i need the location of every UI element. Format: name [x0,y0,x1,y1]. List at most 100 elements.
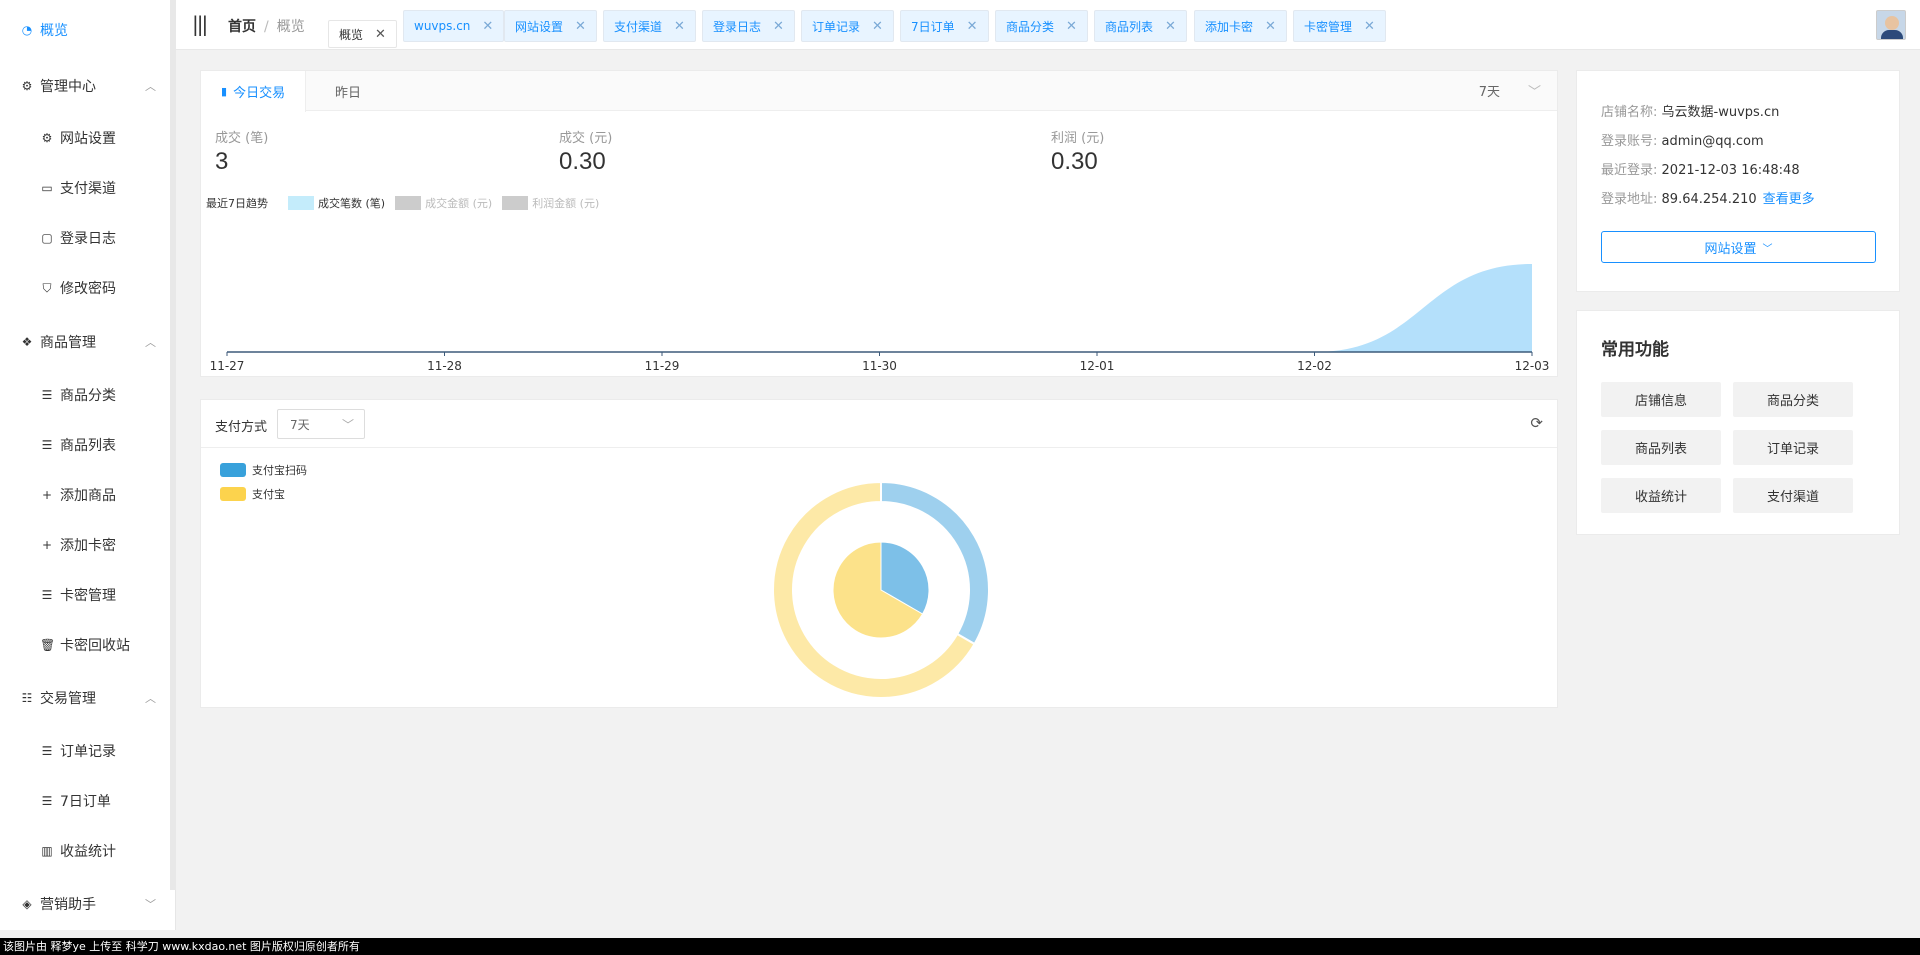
sidebar-item-label: 卡密管理 [60,588,116,604]
sidebar-item-login-log[interactable]: ▢ 登录日志 [40,228,116,248]
sidebar-item-overview[interactable]: ◔ 概览 [20,20,68,40]
sidebar-item-product-category[interactable]: ☰ 商品分类 [40,385,116,405]
close-icon[interactable]: ✕ [375,27,386,42]
chevron-down-icon: ﹀ [145,898,156,911]
menu-toggle-icon[interactable]: ||| [192,14,208,34]
tab-wuvps[interactable]: wuvps.cn ✕ [403,10,505,42]
sidebar-item-label: 网站设置 [60,131,116,147]
shop-name: 乌云数据-wuvps.cn [1661,105,1780,120]
last-login-time: 2021-12-03 16:48:48 [1661,163,1800,178]
tab-add-card[interactable]: 添加卡密 ✕ [1194,10,1287,42]
payment-card-header: 支付方式 7天 ﹀ ⟳ [201,400,1557,448]
shop-info-button[interactable]: 店铺信息 [1601,382,1721,417]
sidebar-item-revenue-stats[interactable]: ▥ 收益统计 [40,841,116,861]
shield-icon: ⛉ [42,281,52,295]
tab-overview[interactable]: 概览 ✕ [328,20,397,48]
legend-swatch[interactable] [502,196,529,210]
refresh-icon[interactable]: ⟳ [1530,414,1543,432]
sidebar-group-management[interactable]: ⚙ 管理中心 ︿ [20,76,156,96]
close-icon[interactable]: ✕ [1066,19,1077,34]
close-icon[interactable]: ✕ [1265,19,1276,34]
legend-item-alipay-qr[interactable]: 支付宝扫码 [220,462,307,478]
tab-site-settings[interactable]: 网站设置 ✕ [504,10,597,42]
legend-item-profit[interactable]: 利润金额 (元) [532,195,599,211]
sidebar-item-card-management[interactable]: ☰ 卡密管理 [40,585,116,605]
close-icon[interactable]: ✕ [967,19,978,34]
view-more-link[interactable]: 查看更多 [1763,192,1815,207]
gear-icon: ⚙ [41,131,53,145]
account-row: 登录账号: admin@qq.com [1601,130,1764,149]
sidebar-group-trade[interactable]: ☷ 交易管理 ︿ [20,688,156,708]
x-tick-label: 12-03 [1515,359,1550,373]
legend-swatch[interactable] [288,196,314,210]
close-icon[interactable]: ✕ [872,19,883,34]
sidebar-item-label: 7日订单 [60,794,111,810]
product-list-button[interactable]: 商品列表 [1601,430,1721,465]
trend-chart: 11-27 11-28 11-29 11-30 12-01 12-02 12-03 [210,264,1550,373]
tab-payment-channel[interactable]: 支付渠道 ✕ [603,10,696,42]
legend-label: 支付宝 [252,488,285,501]
x-tick-label: 11-29 [645,359,680,373]
sidebar-item-change-password[interactable]: ⛉ 修改密码 [40,278,116,298]
tab-today-trade[interactable]: ▮ 今日交易 [201,71,307,112]
product-category-button[interactable]: 商品分类 [1733,382,1853,417]
close-icon[interactable]: ✕ [1364,19,1375,34]
payment-card: 支付方式 7天 ﹀ ⟳ 支付宝扫码 支付宝 [200,399,1558,708]
payment-channel-button[interactable]: 支付渠道 [1733,478,1853,513]
close-icon[interactable]: ✕ [1165,19,1176,34]
site-settings-button[interactable]: 网站设置 ﹀ [1601,231,1876,263]
top-header: ||| 首页 / 概览 概览 ✕ wuvps.cn ✕ 网站设置 ✕ 支付渠道 ✕ 登录日志… [176,0,1920,50]
sidebar-item-7day-orders[interactable]: ☰ 7日订单 [40,791,111,811]
trade-range-select[interactable]: 7天 ﹀ [1479,81,1541,100]
sidebar-group-products[interactable]: ❖ 商品管理 ︿ [20,332,156,352]
tab-label: 添加卡密 [1205,19,1254,34]
close-icon[interactable]: ✕ [674,19,685,34]
sidebar-group-marketing[interactable]: ◈ 营销助手 ﹀ [20,894,156,914]
note-icon: ▢ [41,231,53,245]
legend-item-alipay[interactable]: 支付宝 [220,486,285,502]
sidebar-item-label: 收益统计 [60,844,116,860]
sidebar-scrollbar[interactable] [170,0,176,890]
sidebar-item-site-settings[interactable]: ⚙ 网站设置 [40,128,116,148]
gears-icon: ⚙ [21,79,33,93]
trade-card: ▮ 今日交易 昨日 7天 ﹀ 成交 (笔) 3 成交 (元) 0.30 利润 (元) 0.… [200,70,1558,377]
tab-card-management[interactable]: 卡密管理 ✕ [1293,10,1386,42]
payment-range-select[interactable]: 7天 ﹀ [277,409,365,439]
sidebar-item-order-records[interactable]: ☰ 订单记录 [40,741,116,761]
close-icon[interactable]: ✕ [482,19,493,34]
sidebar-item-payment-channel[interactable]: ▭ 支付渠道 [40,178,116,198]
close-icon[interactable]: ✕ [575,19,586,34]
sidebar-item-product-list[interactable]: ☰ 商品列表 [40,435,116,455]
revenue-stats-button[interactable]: 收益统计 [1601,478,1721,513]
breadcrumb-home[interactable]: 首页 [228,19,256,35]
legend-swatch[interactable] [395,196,422,210]
sidebar-item-label: 卡密回收站 [60,638,130,654]
tab-product-list[interactable]: 商品列表 ✕ [1094,10,1187,42]
tab-label: 概览 [339,27,364,42]
sidebar-item-add-product[interactable]: + 添加商品 [40,485,116,505]
legend-item-order-amount[interactable]: 成交金额 (元) [425,195,492,211]
group-label: 商品管理 [40,335,96,351]
sidebar-item-add-card[interactable]: + 添加卡密 [40,535,116,555]
sidebar-item-card-recycle-bin[interactable]: 🗑 卡密回收站 [40,635,130,655]
order-records-button[interactable]: 订单记录 [1733,430,1853,465]
avatar-head [1885,16,1899,30]
tab-7day-orders[interactable]: 7日订单 ✕ [900,10,989,42]
tab-yesterday[interactable]: 昨日 [315,71,381,111]
stat-order-count: 成交 (笔) 3 [215,127,268,176]
last-login-row: 最近登录: 2021-12-03 16:48:48 [1601,159,1800,178]
cubes-icon: ❖ [21,335,33,349]
range-value: 7天 [1478,85,1500,100]
plus-icon: + [41,488,53,502]
close-icon[interactable]: ✕ [773,19,784,34]
chevron-up-icon: ︿ [145,692,156,705]
info-key: 店铺名称: [1601,105,1658,120]
avatar[interactable] [1876,10,1906,40]
range-value: 7天 [290,418,310,432]
credit-card-icon: ▭ [41,181,53,195]
tab-login-log[interactable]: 登录日志 ✕ [702,10,795,42]
legend-item-order-count[interactable]: 成交笔数 (笔) [318,195,385,211]
login-ip: 89.64.254.210 [1661,192,1757,207]
tab-order-records[interactable]: 订单记录 ✕ [801,10,894,42]
tab-product-category[interactable]: 商品分类 ✕ [995,10,1088,42]
